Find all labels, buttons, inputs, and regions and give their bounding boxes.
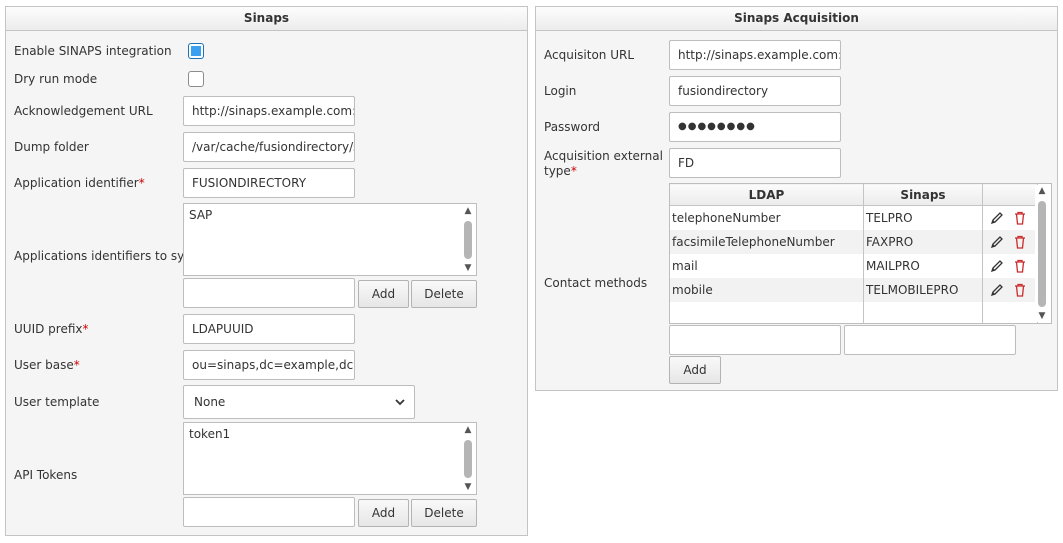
api-tokens-list[interactable]: token1 ▲ ▼ xyxy=(183,422,477,495)
ext-type-label: Acquisition external type* xyxy=(544,149,663,178)
edit-pencil-icon[interactable] xyxy=(990,259,1004,273)
delete-trash-icon[interactable] xyxy=(1013,259,1027,273)
delete-trash-icon[interactable] xyxy=(1013,235,1027,249)
dry-run-label: Dry run mode xyxy=(14,72,98,86)
user-template-label: User template xyxy=(14,395,100,409)
scroll-thumb[interactable] xyxy=(464,221,472,259)
sinaps-acquisition-panel-title: Sinaps Acquisition xyxy=(536,7,1057,31)
contact-methods-add-button[interactable]: Add xyxy=(669,356,721,384)
actions-cell xyxy=(982,277,1038,302)
table-row: mobile TELMOBILEPRO xyxy=(670,277,1038,302)
sinaps-cell: TELPRO xyxy=(863,205,983,230)
contact-methods-table-wrap: LDAP Sinaps telephoneNumber TELPRO facsi… xyxy=(669,183,1052,324)
apps-sync-list[interactable]: SAP ▲ ▼ xyxy=(183,203,477,276)
scroll-up-icon[interactable]: ▲ xyxy=(461,205,475,217)
actions-cell xyxy=(982,229,1038,254)
ldap-cell: mobile xyxy=(670,277,864,302)
scroll-up-icon[interactable]: ▲ xyxy=(1035,185,1049,197)
sinaps-cell: MAILPRO xyxy=(863,253,983,278)
ldap-cell: facsimileTelephoneNumber xyxy=(670,229,864,254)
password-label: Password xyxy=(544,120,601,134)
scroll-down-icon[interactable]: ▼ xyxy=(1035,310,1049,322)
delete-trash-icon[interactable] xyxy=(1013,211,1027,225)
ext-type-field[interactable]: FD xyxy=(669,148,841,178)
sinaps-cell: TELMOBILEPRO xyxy=(863,277,983,302)
apps-sync-scrollbar[interactable]: ▲ ▼ xyxy=(461,205,475,274)
api-tokens-label: API Tokens xyxy=(14,468,78,482)
apps-sync-delete-button[interactable]: Delete xyxy=(411,280,477,308)
password-field[interactable]: ●●●●●●●● xyxy=(669,112,841,142)
table-row: telephoneNumber TELPRO xyxy=(670,205,1038,230)
apps-sync-new-field[interactable] xyxy=(183,278,355,308)
sinaps-panel-title: Sinaps xyxy=(6,7,527,31)
app-identifier-label: Application identifier* xyxy=(14,176,145,190)
uuid-prefix-label: UUID prefix* xyxy=(14,322,89,336)
scroll-thumb[interactable] xyxy=(1038,201,1046,307)
login-label: Login xyxy=(544,84,577,98)
user-base-field[interactable]: ou=sinaps,dc=example,dc=com xyxy=(183,350,355,380)
required-marker: * xyxy=(570,164,577,178)
column-header-ldap[interactable]: LDAP xyxy=(670,184,864,206)
required-marker: * xyxy=(73,358,80,372)
actions-cell xyxy=(982,205,1038,230)
scroll-down-icon[interactable]: ▼ xyxy=(461,262,475,274)
ack-url-label: Acknowledgement URL xyxy=(14,104,153,118)
enable-sinaps-label: Enable SINAPS integration xyxy=(14,44,172,58)
edit-pencil-icon[interactable] xyxy=(990,283,1004,297)
sinaps-cell: FAXPRO xyxy=(863,229,983,254)
acq-url-field[interactable]: http://sinaps.example.com:9 xyxy=(669,40,841,70)
required-marker: * xyxy=(138,176,145,190)
table-row: mail MAILPRO xyxy=(670,253,1038,278)
ldap-cell: mail xyxy=(670,253,864,278)
app-identifier-field[interactable]: FUSIONDIRECTORY xyxy=(183,168,355,198)
apps-sync-label: Applications identifiers to sync xyxy=(14,249,199,263)
user-base-label: User base* xyxy=(14,358,80,372)
api-tokens-scrollbar[interactable]: ▲ ▼ xyxy=(461,424,475,493)
dump-folder-label: Dump folder xyxy=(14,140,89,154)
scroll-down-icon[interactable]: ▼ xyxy=(461,481,475,493)
user-template-value: None xyxy=(194,395,226,409)
delete-trash-icon[interactable] xyxy=(1013,283,1027,297)
actions-cell xyxy=(982,253,1038,278)
new-sinaps-field[interactable] xyxy=(844,325,1016,355)
enable-sinaps-checkbox[interactable] xyxy=(188,43,204,59)
table-row-empty xyxy=(670,301,1038,323)
user-template-select[interactable]: None xyxy=(183,385,415,419)
table-row: facsimileTelephoneNumber FAXPRO xyxy=(670,229,1038,254)
api-tokens-new-field[interactable] xyxy=(183,497,355,527)
dump-folder-field[interactable]: /var/cache/fusiondirectory/sinaps xyxy=(183,132,355,162)
apps-sync-add-button[interactable]: Add xyxy=(358,280,409,308)
uuid-prefix-field[interactable]: LDAPUUID xyxy=(183,314,355,344)
contact-methods-label: Contact methods xyxy=(544,276,648,290)
dry-run-checkbox[interactable] xyxy=(188,71,204,87)
ldap-cell: telephoneNumber xyxy=(670,205,864,230)
edit-pencil-icon[interactable] xyxy=(990,211,1004,225)
new-ldap-field[interactable] xyxy=(669,325,841,355)
required-marker: * xyxy=(82,322,89,336)
scroll-thumb[interactable] xyxy=(464,440,472,478)
scroll-up-icon[interactable]: ▲ xyxy=(461,424,475,436)
ack-url-field[interactable]: http://sinaps.example.com:9 xyxy=(183,96,355,126)
apps-sync-item[interactable]: SAP xyxy=(189,208,212,222)
column-header-actions xyxy=(982,184,1038,206)
column-header-sinaps[interactable]: Sinaps xyxy=(863,184,983,206)
chevron-down-icon xyxy=(395,399,405,406)
edit-pencil-icon[interactable] xyxy=(990,235,1004,249)
contact-methods-scrollbar[interactable]: ▲ ▼ xyxy=(1035,185,1050,322)
acq-url-label: Acquisiton URL xyxy=(544,48,635,62)
api-tokens-delete-button[interactable]: Delete xyxy=(411,499,477,527)
api-tokens-add-button[interactable]: Add xyxy=(358,499,409,527)
api-token-item[interactable]: token1 xyxy=(189,427,230,441)
contact-methods-table: LDAP Sinaps telephoneNumber TELPRO facsi… xyxy=(670,184,1038,323)
login-field[interactable]: fusiondirectory xyxy=(669,76,841,106)
